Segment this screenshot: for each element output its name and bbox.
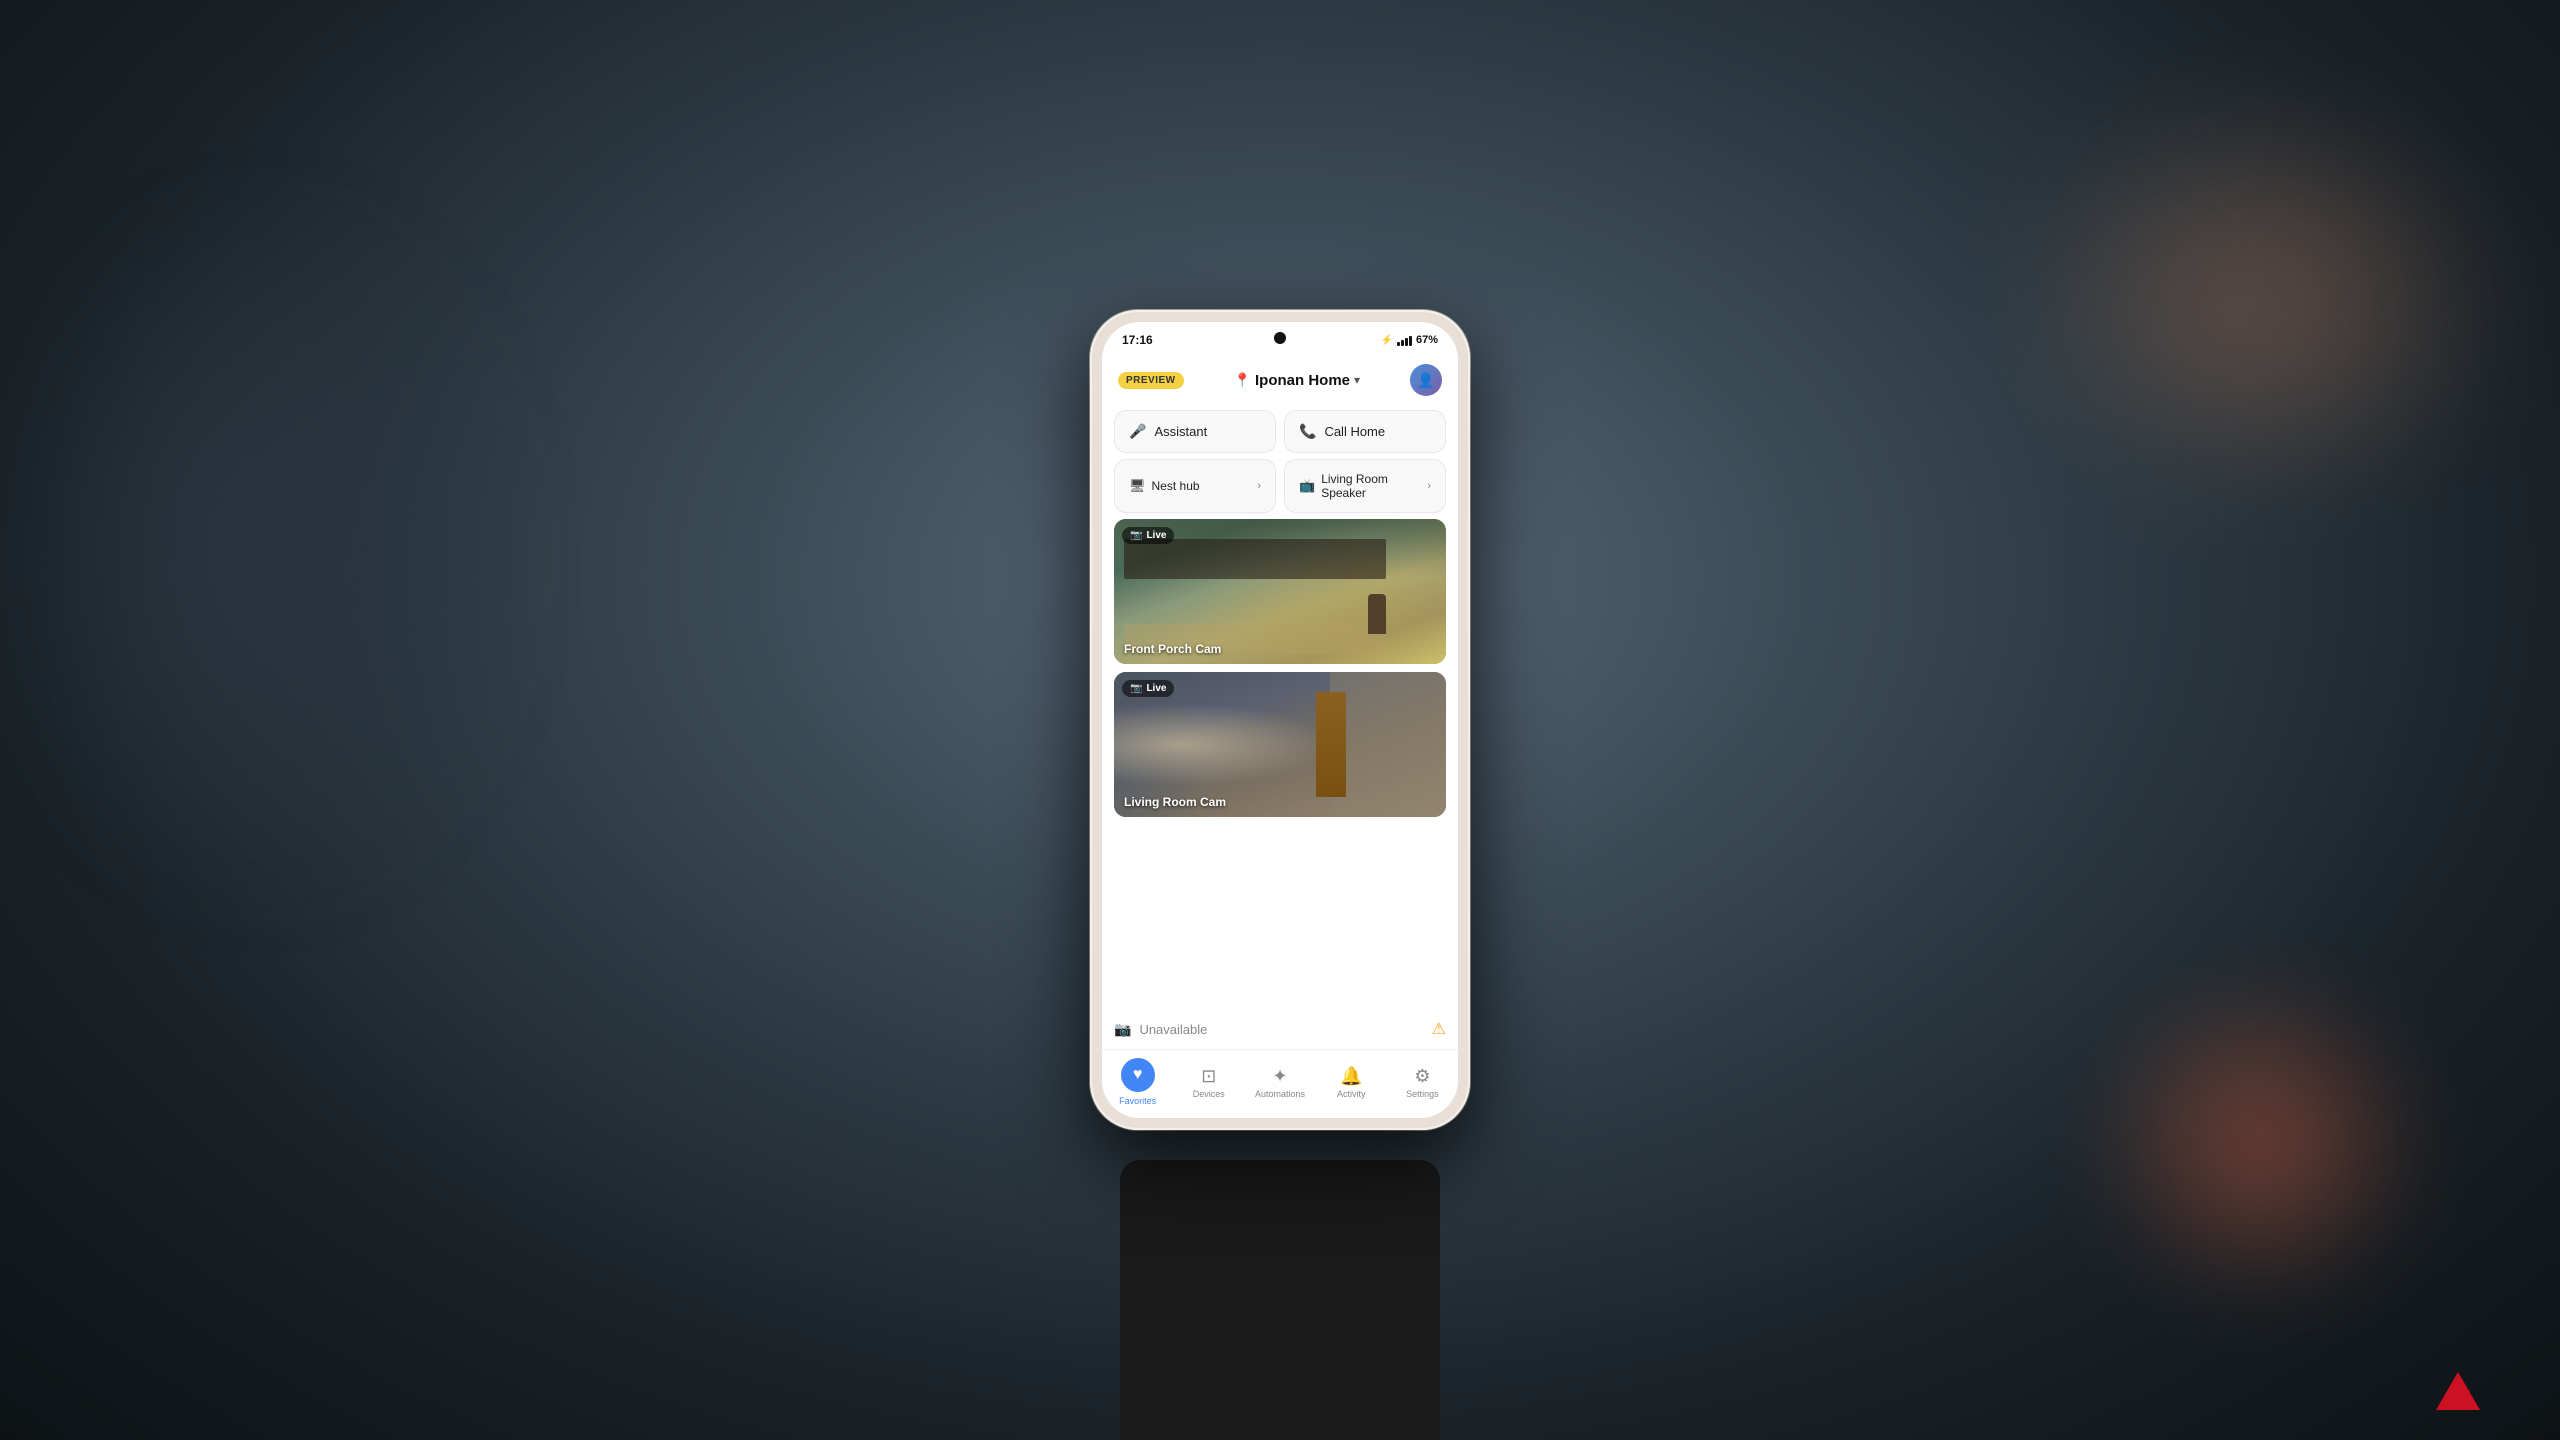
mic-icon: 🎤 (1129, 423, 1146, 440)
phone-wrapper: 17:16 ⚡ 67% PREVIEW (1090, 310, 1470, 1130)
phone-frame: 17:16 ⚡ 67% PREVIEW (1090, 310, 1470, 1130)
bluetooth-icon: ⚡ (1381, 335, 1393, 346)
quick-actions: 🎤 Assistant 📞 Call Home (1102, 404, 1458, 459)
living-room-speaker-card[interactable]: 📺 Living Room Speaker › (1284, 459, 1446, 513)
battery-percentage: 67% (1416, 334, 1438, 346)
chevron-down-icon: ▾ (1354, 373, 1360, 387)
cam-unavail-icon: 📷 (1114, 1021, 1131, 1038)
home-selector[interactable]: 📍 Iponan Home ▾ (1192, 372, 1402, 389)
nest-hub-card[interactable]: 🖥 Nest hub › (1114, 459, 1276, 513)
bar4 (1409, 336, 1412, 346)
unavailable-row[interactable]: 📷 Unavailable ⚠ (1102, 1009, 1458, 1049)
bg-blur-right-bottom (2060, 940, 2460, 1340)
devices-label: Devices (1193, 1089, 1225, 1099)
room-wall (1330, 672, 1446, 817)
phone-icon: 📞 (1299, 423, 1316, 440)
monitor-icon: 🖥 (1129, 478, 1146, 494)
arrow-right-icon-2: › (1427, 480, 1431, 492)
camera-feeds: 📷 Live Front Porch Cam 📷 Liv (1102, 519, 1458, 1009)
live-badge-living: 📷 Live (1122, 680, 1174, 697)
nav-item-settings[interactable]: ⚙ Settings (1387, 1066, 1458, 1099)
devices-icon: ⊡ (1201, 1066, 1216, 1087)
activity-label: Activity (1337, 1089, 1366, 1099)
assistant-label: Assistant (1154, 424, 1207, 439)
preview-badge: PREVIEW (1118, 372, 1184, 389)
watermark (2436, 1372, 2480, 1410)
live-label-front: Live (1146, 530, 1166, 541)
bg-blur-left (0, 200, 520, 900)
call-home-button[interactable]: 📞 Call Home (1284, 410, 1446, 453)
watermark-chevron (2450, 1390, 2470, 1407)
camera-hole (1274, 332, 1286, 344)
arrow-right-icon: › (1257, 480, 1261, 492)
bar3 (1405, 338, 1408, 346)
bottom-nav: ♥ Favorites ⊡ Devices ✦ Automations (1102, 1049, 1458, 1118)
front-porch-cam-label: Front Porch Cam (1124, 642, 1221, 656)
living-room-cam-label: Living Room Cam (1124, 795, 1226, 809)
status-right: ⚡ 67% (1381, 334, 1438, 346)
live-label-living: Live (1146, 683, 1166, 694)
heart-icon: ♥ (1133, 1066, 1143, 1084)
phone-screen: 17:16 ⚡ 67% PREVIEW (1102, 322, 1458, 1118)
room-door (1316, 692, 1346, 797)
nav-item-favorites[interactable]: ♥ Favorites (1102, 1058, 1173, 1106)
living-room-cam-card[interactable]: 📷 Live Living Room Cam (1114, 672, 1446, 817)
device-cards: 🖥 Nest hub › 📺 Living Room Speaker › (1102, 459, 1458, 519)
bg-blur-right-top (1960, 50, 2560, 550)
location-icon: 📍 (1234, 372, 1251, 389)
phone-dock (1120, 1160, 1440, 1440)
nav-item-activity[interactable]: 🔔 Activity (1316, 1066, 1387, 1099)
automations-label: Automations (1255, 1089, 1305, 1099)
living-room-speaker-label: Living Room Speaker (1321, 472, 1421, 500)
watermark-triangle (2436, 1372, 2480, 1410)
porch-scene (1124, 539, 1386, 654)
favorites-heart-bg: ♥ (1121, 1058, 1155, 1092)
call-home-label: Call Home (1324, 424, 1385, 439)
avatar[interactable]: 👤 (1410, 364, 1442, 396)
camera-icon-front: 📷 (1130, 530, 1142, 541)
bell-icon: 🔔 (1340, 1066, 1362, 1087)
nav-item-automations[interactable]: ✦ Automations (1244, 1066, 1315, 1099)
unavailable-label: Unavailable (1139, 1022, 1423, 1037)
top-bar: PREVIEW 📍 Iponan Home ▾ 👤 (1102, 354, 1458, 404)
gear-icon: ⚙ (1414, 1066, 1430, 1087)
nav-item-devices[interactable]: ⊡ Devices (1173, 1066, 1244, 1099)
automations-icon: ✦ (1272, 1066, 1287, 1087)
signal-bars (1397, 334, 1412, 346)
front-porch-cam-card[interactable]: 📷 Live Front Porch Cam (1114, 519, 1446, 664)
assistant-button[interactable]: 🎤 Assistant (1114, 410, 1276, 453)
favorites-label: Favorites (1119, 1096, 1156, 1106)
camera-icon-living: 📷 (1130, 683, 1142, 694)
status-time: 17:16 (1122, 333, 1153, 347)
nest-hub-label: Nest hub (1152, 479, 1252, 493)
settings-label: Settings (1406, 1089, 1439, 1099)
bar1 (1397, 342, 1400, 346)
home-name: Iponan Home (1255, 372, 1350, 389)
porch-figure (1368, 594, 1386, 634)
app-content: PREVIEW 📍 Iponan Home ▾ 👤 🎤 Assistant (1102, 354, 1458, 1118)
live-badge-front: 📷 Live (1122, 527, 1174, 544)
porch-roof (1124, 539, 1386, 579)
bar2 (1401, 340, 1404, 346)
warning-icon: ⚠ (1432, 1019, 1446, 1039)
speaker-icon: 📺 (1299, 478, 1315, 494)
